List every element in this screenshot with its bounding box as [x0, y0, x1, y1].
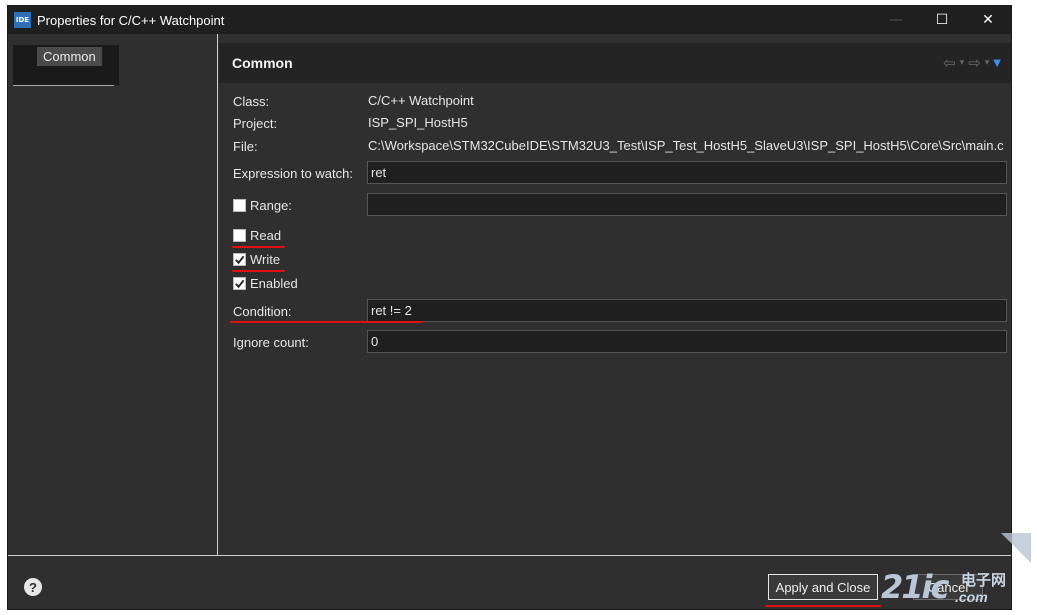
condition-input[interactable]: ret != 2 — [367, 299, 1007, 322]
title-bar: IDE Properties for C/C++ Watchpoint — ☐ … — [8, 6, 1011, 34]
history-navigation: ⇦ ▾ ⇨ ▾ ▼ — [943, 54, 1001, 72]
checkmark-icon — [235, 279, 245, 288]
window-controls: — ☐ ✕ — [873, 6, 1011, 34]
watermark-logo: 21ic — [881, 568, 949, 606]
button-bar: ? Apply and Close Cancel — [8, 555, 1011, 609]
checkmark-icon — [235, 255, 245, 264]
window-title: Properties for C/C++ Watchpoint — [37, 12, 225, 28]
write-label: Write — [250, 251, 281, 267]
expression-row: Expression to watch: — [233, 163, 353, 183]
expression-input[interactable]: ret — [367, 161, 1007, 184]
range-input[interactable] — [367, 193, 1007, 216]
file-value: C:\Workspace\STM32CubeIDE\STM32U3_Test\I… — [368, 138, 1004, 153]
class-label: Class: — [233, 93, 270, 109]
project-label: Project: — [233, 115, 278, 131]
watermark-corner-shape — [1001, 533, 1031, 563]
ignore-count-label: Ignore count: — [233, 334, 309, 350]
forward-dropdown-caret-icon[interactable]: ▾ — [985, 58, 990, 68]
write-annotation-underline — [232, 270, 285, 272]
class-row: Class: — [233, 91, 269, 111]
ignore-count-row: Ignore count: — [233, 332, 309, 352]
ignore-count-input[interactable]: 0 — [367, 330, 1007, 353]
apply-and-close-button[interactable]: Apply and Close — [768, 574, 878, 600]
read-annotation-underline — [232, 246, 285, 248]
project-row: Project: — [233, 113, 277, 133]
read-label: Read — [250, 227, 282, 243]
category-sidebar: Common — [8, 34, 218, 555]
properties-dialog: IDE Properties for C/C++ Watchpoint — ☐ … — [7, 5, 1012, 610]
enabled-label: Enabled — [250, 275, 298, 291]
minimize-button[interactable]: — — [873, 6, 919, 34]
condition-label: Condition: — [233, 303, 292, 319]
watermark-chinese-text: 电子网 — [961, 572, 1007, 589]
panel-header: Common ⇦ ▾ ⇨ ▾ ▼ — [219, 43, 1011, 83]
project-value: ISP_SPI_HostH5 — [368, 115, 468, 130]
condition-row: Condition: — [233, 301, 292, 321]
sidebar-divider — [13, 85, 114, 86]
properties-panel: Common ⇦ ▾ ⇨ ▾ ▼ Class: C/C++ Watchpoint… — [219, 34, 1011, 555]
class-value: C/C++ Watchpoint — [368, 93, 474, 108]
site-watermark: 21ic 电子网 .com — [871, 533, 1031, 613]
range-label: Range: — [250, 197, 292, 213]
help-icon[interactable]: ? — [24, 578, 42, 596]
enabled-row: Enabled — [233, 274, 298, 292]
sidebar-item-common[interactable]: Common — [13, 45, 119, 85]
back-arrow-icon[interactable]: ⇦ — [943, 54, 956, 72]
file-label: File: — [233, 138, 258, 154]
sidebar-item-label: Common — [37, 47, 102, 66]
forward-arrow-icon[interactable]: ⇨ — [968, 54, 981, 72]
enabled-checkbox[interactable] — [233, 276, 246, 290]
range-row: Range: — [233, 196, 292, 214]
maximize-button[interactable]: ☐ — [919, 6, 965, 34]
view-menu-icon[interactable]: ▼ — [993, 58, 1001, 69]
condition-annotation-underline — [230, 321, 423, 323]
apply-annotation-underline — [765, 605, 881, 607]
range-checkbox[interactable] — [233, 198, 246, 212]
read-checkbox[interactable] — [233, 228, 246, 242]
read-row: Read — [233, 226, 281, 244]
panel-title: Common — [232, 55, 293, 71]
expression-label: Expression to watch: — [233, 165, 353, 181]
ide-app-icon: IDE — [14, 12, 31, 28]
write-checkbox[interactable] — [233, 252, 246, 266]
close-button[interactable]: ✕ — [965, 6, 1011, 34]
file-row: File: — [233, 136, 258, 156]
write-row: Write — [233, 250, 280, 268]
back-dropdown-caret-icon[interactable]: ▾ — [960, 58, 965, 68]
watermark-domain-text: .com — [955, 589, 988, 605]
